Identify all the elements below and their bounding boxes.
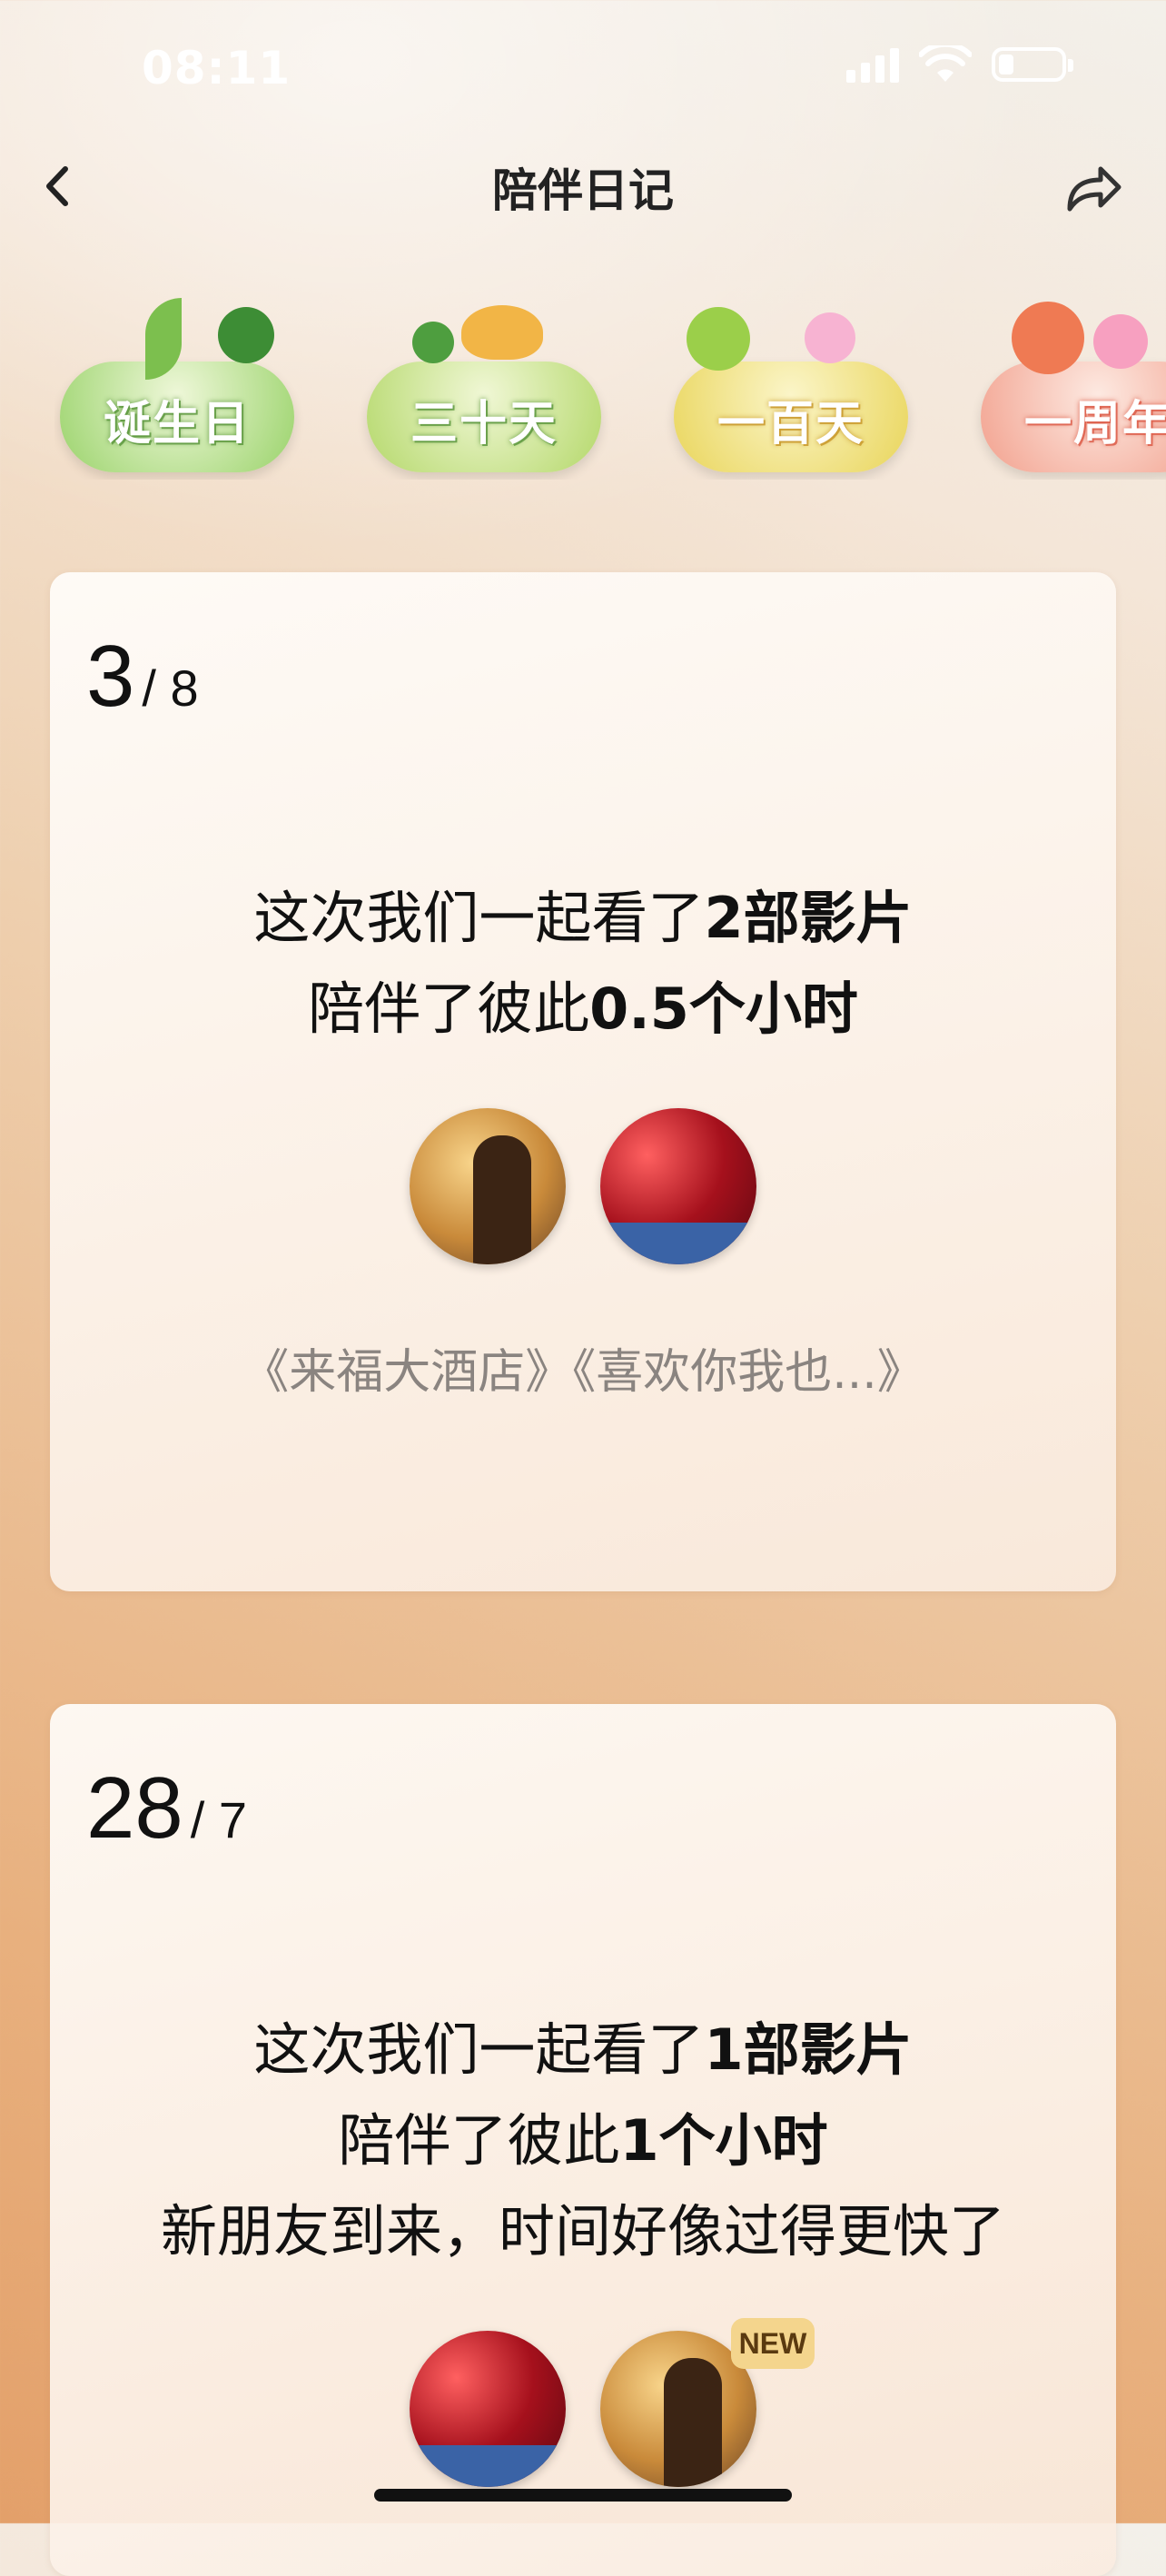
movie-thumbnails	[50, 1108, 1116, 1264]
status-time: 08:11	[142, 42, 292, 94]
new-badge: NEW	[731, 2318, 815, 2369]
duration-text: 陪伴了彼此	[338, 2107, 620, 2174]
card-note-line: 新朋友到来，时间好像过得更快了	[160, 2198, 1005, 2264]
summary-text: 这次我们一起看了	[253, 885, 705, 951]
milestone-badge-30-days[interactable]: 三十天	[361, 289, 607, 480]
flower-icon	[1093, 314, 1148, 369]
mascot-icon	[461, 305, 543, 360]
duration-highlight: 1个小时	[619, 2107, 828, 2174]
sprout-icon	[412, 322, 454, 363]
summary-text: 这次我们一起看了	[253, 2016, 705, 2083]
card-month: / 7	[190, 1791, 248, 1848]
status-bar: 08:11	[0, 0, 1166, 136]
card-date: 3/ 8	[86, 627, 199, 727]
card-duration-line: 陪伴了彼此1个小时	[50, 2095, 1116, 2176]
movie-poster-thumbnail[interactable]	[600, 1108, 756, 1264]
card-summary-line: 这次我们一起看了2部影片	[50, 872, 1116, 954]
page-title: 陪伴日记	[492, 164, 674, 217]
diary-card[interactable]: 3/ 8 这次我们一起看了2部影片 陪伴了彼此0.5个小时 《来福大酒店》《喜欢…	[50, 572, 1116, 1591]
card-month: / 8	[142, 659, 199, 717]
movie-poster-thumbnail[interactable]	[410, 2331, 566, 2487]
flower-icon	[805, 312, 855, 363]
movie-thumbnails	[50, 2331, 1116, 2487]
milestone-label: 一周年	[1023, 397, 1166, 451]
summary-highlight: 1部影片	[704, 2016, 913, 2083]
cellular-signal-icon	[846, 46, 899, 83]
milestone-strip: 诞生日 三十天 一百天 一周年	[54, 289, 1166, 480]
diary-card[interactable]: 28/ 7 这次我们一起看了1部影片 陪伴了彼此1个小时 新朋友到来，时间好像过…	[50, 1704, 1116, 2576]
card-day: 3	[86, 628, 135, 725]
star-mascot-icon	[687, 307, 750, 371]
milestone-label: 诞生日	[103, 397, 251, 451]
movie-titles: 《来福大酒店》《喜欢你我也...》	[242, 1345, 924, 1400]
duration-text: 陪伴了彼此	[308, 976, 590, 1042]
milestone-badge-100-days[interactable]: 一百天	[668, 289, 914, 480]
wifi-icon	[919, 45, 972, 82]
milestone-label: 三十天	[410, 397, 558, 451]
card-summary-line: 这次我们一起看了1部影片	[50, 2004, 1116, 2086]
movie-poster-thumbnail[interactable]	[410, 1108, 566, 1264]
summary-highlight: 2部影片	[704, 885, 913, 951]
card-duration-line: 陪伴了彼此0.5个小时	[50, 963, 1116, 1045]
mascot-icon	[218, 307, 274, 363]
card-day: 28	[86, 1759, 183, 1857]
nav-bar: 陪伴日记	[0, 136, 1166, 236]
milestone-label: 一百天	[716, 397, 865, 451]
battery-icon	[992, 47, 1073, 82]
flower-mascot-icon	[1012, 302, 1084, 374]
milestone-badge-1-year[interactable]: 一周年	[975, 289, 1166, 480]
home-indicator	[374, 2489, 792, 2502]
card-date: 28/ 7	[86, 1759, 247, 1858]
duration-highlight: 0.5个小时	[589, 976, 858, 1042]
share-icon[interactable]	[1057, 153, 1130, 225]
milestone-badge-birthday[interactable]: 诞生日	[54, 289, 300, 480]
status-icons	[846, 45, 1073, 84]
